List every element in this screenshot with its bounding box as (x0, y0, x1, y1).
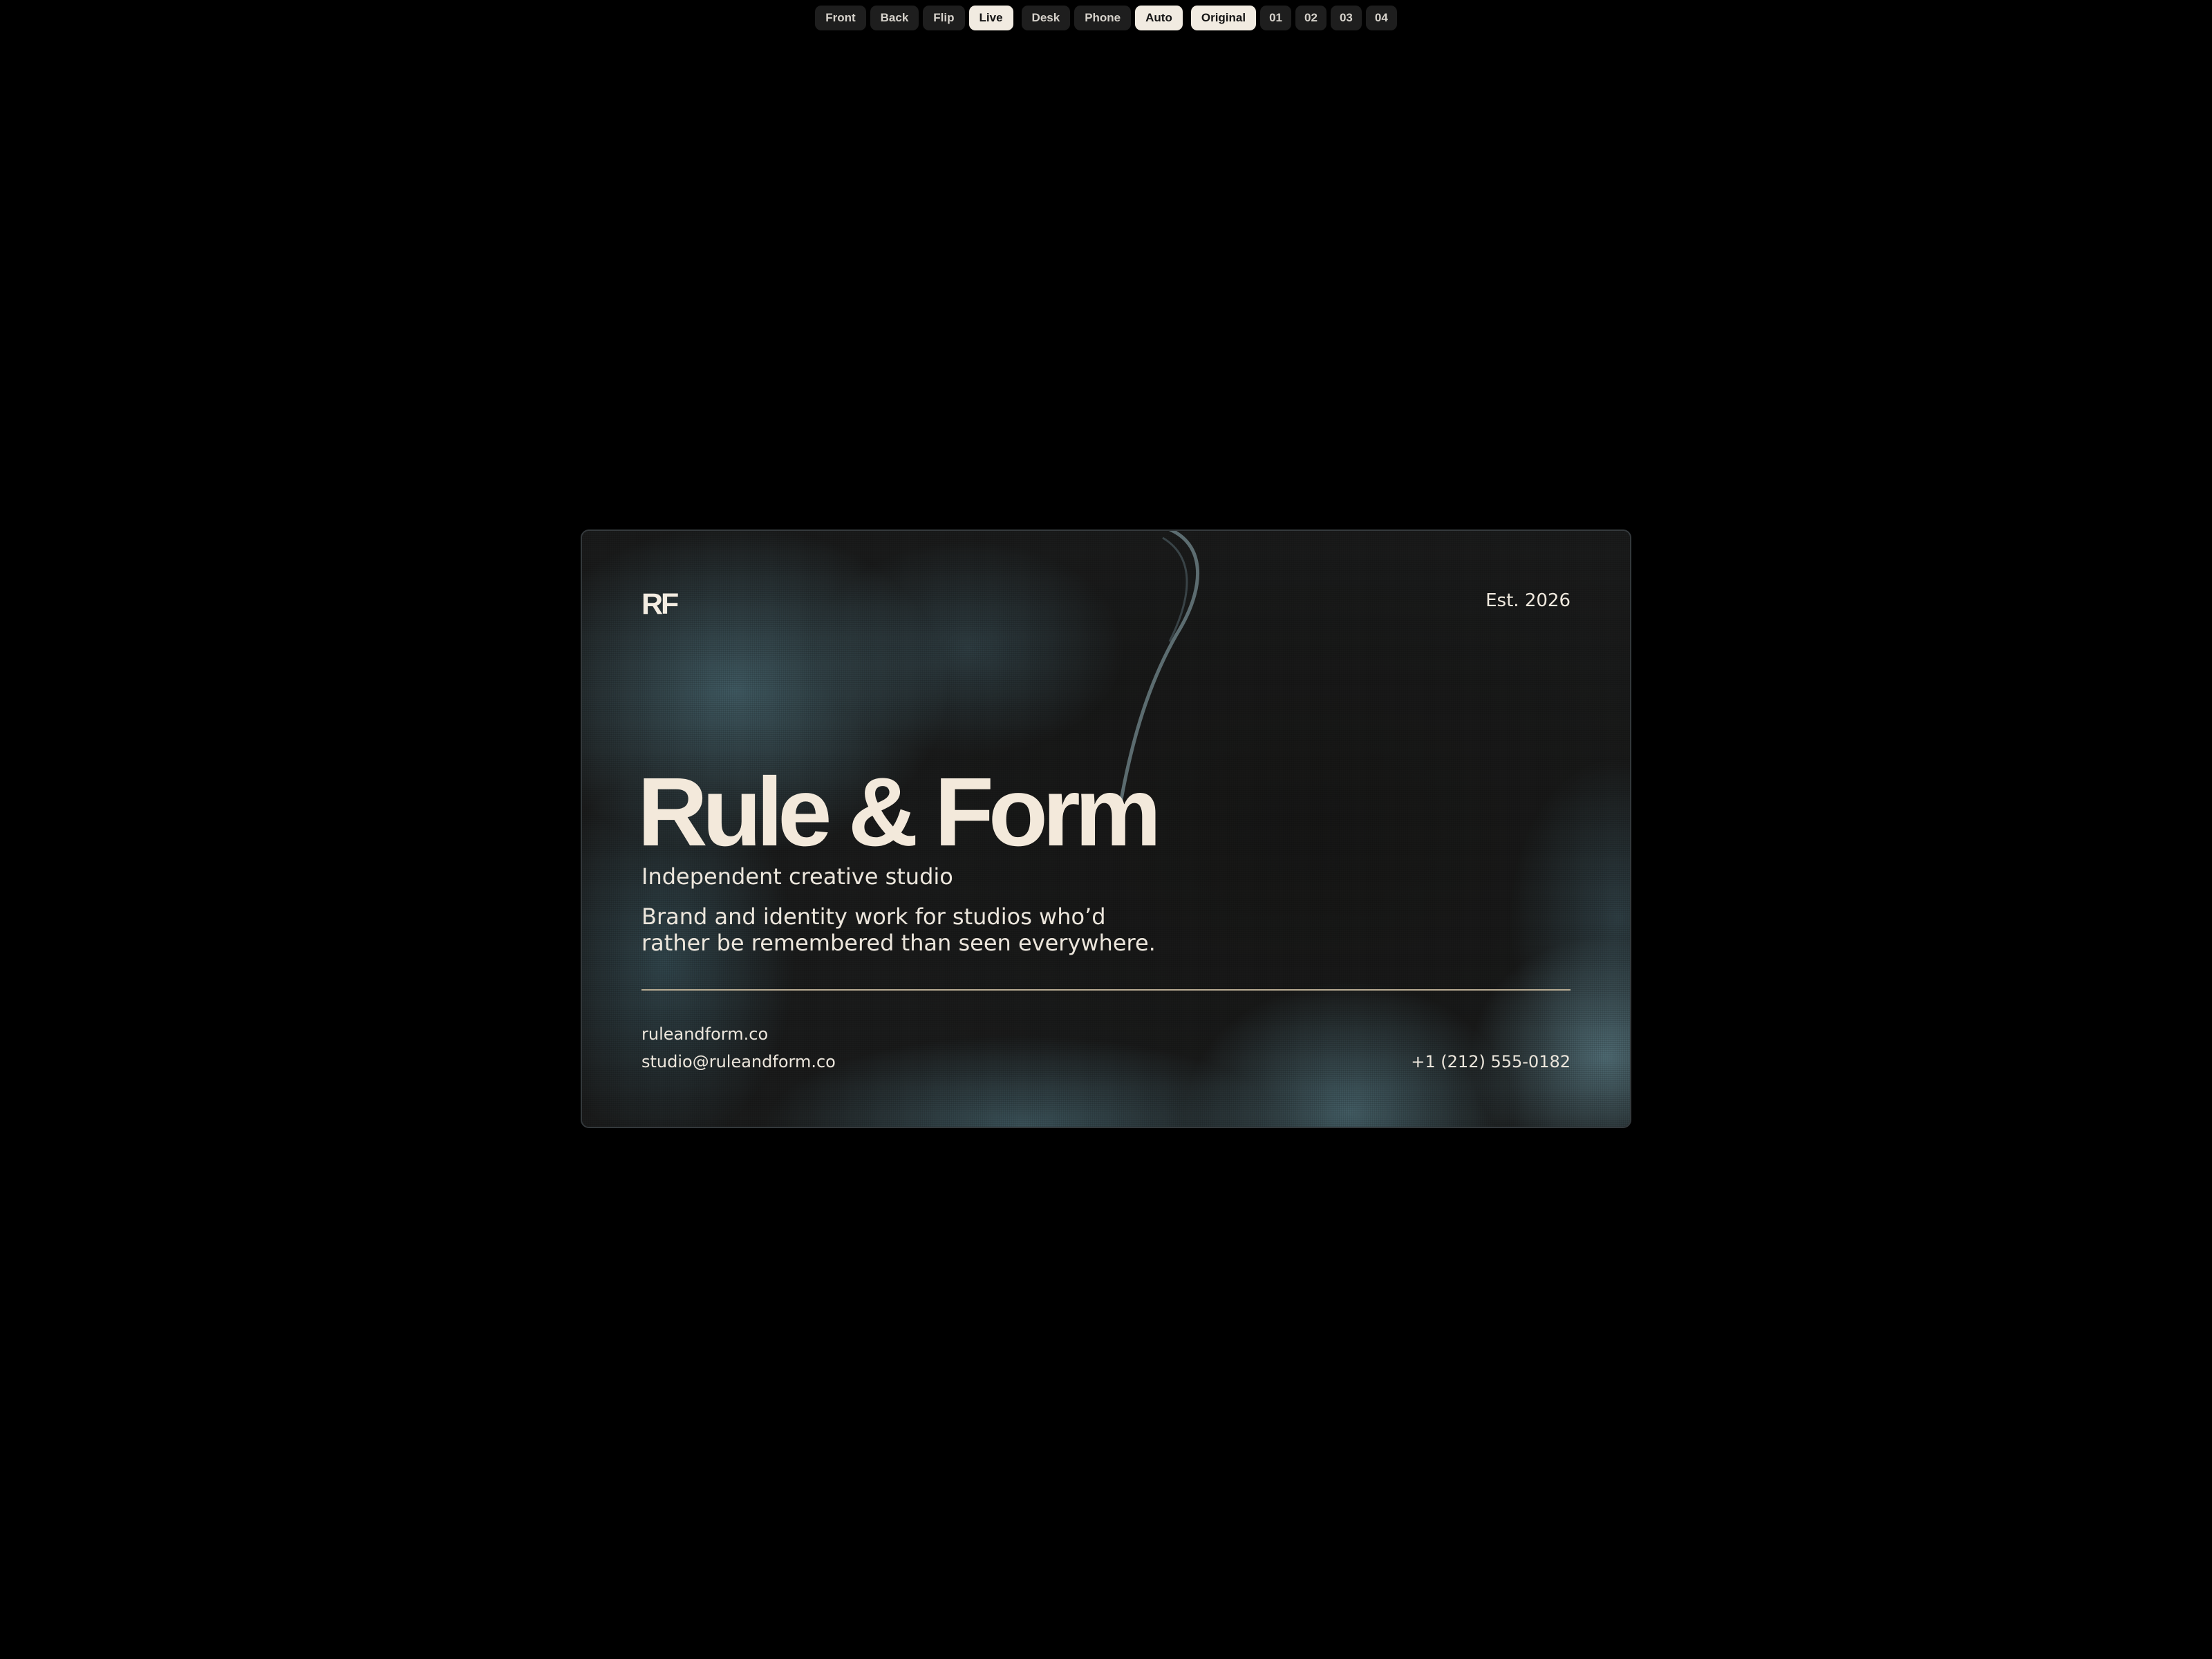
side-button-group: Front Back Flip Live (815, 6, 1013, 30)
studio-tagline: Independent creative studio (641, 863, 953, 890)
email-text: studio@ruleandform.co (641, 1052, 836, 1071)
phone-text: +1 (212) 555-0182 (1411, 1052, 1571, 1071)
divider-line (641, 989, 1571, 991)
studio-monogram: RF (641, 588, 679, 621)
flip-button[interactable]: Flip (923, 6, 965, 30)
view-toolbar: Front Back Flip Live Desk Phone Auto Ori… (0, 6, 2212, 30)
front-button[interactable]: Front (815, 6, 866, 30)
phone-button[interactable]: Phone (1074, 6, 1132, 30)
contact-block: ruleandform.co studio@ruleandform.co (641, 1020, 836, 1076)
variant-04-button[interactable]: 04 (1365, 6, 1397, 30)
variant-button-group: Original 01 02 03 04 (1190, 6, 1397, 30)
original-button[interactable]: Original (1190, 6, 1257, 30)
live-button[interactable]: Live (968, 6, 1013, 30)
studio-description: Brand and identity work for studios who’… (641, 903, 1156, 956)
website-text: ruleandform.co (641, 1024, 769, 1044)
auto-button[interactable]: Auto (1135, 6, 1183, 30)
view-button-group: Desk Phone Auto (1021, 6, 1183, 30)
studio-name: Rule & Form (637, 757, 1161, 866)
business-card: RF Est. 2026 Rule & Form Independent cre… (581, 529, 1631, 1128)
variant-03-button[interactable]: 03 (1330, 6, 1362, 30)
back-button[interactable]: Back (870, 6, 919, 30)
established-label: Est. 2026 (1485, 590, 1571, 611)
variant-02-button[interactable]: 02 (1295, 6, 1327, 30)
variant-01-button[interactable]: 01 (1260, 6, 1292, 30)
desk-button[interactable]: Desk (1021, 6, 1071, 30)
